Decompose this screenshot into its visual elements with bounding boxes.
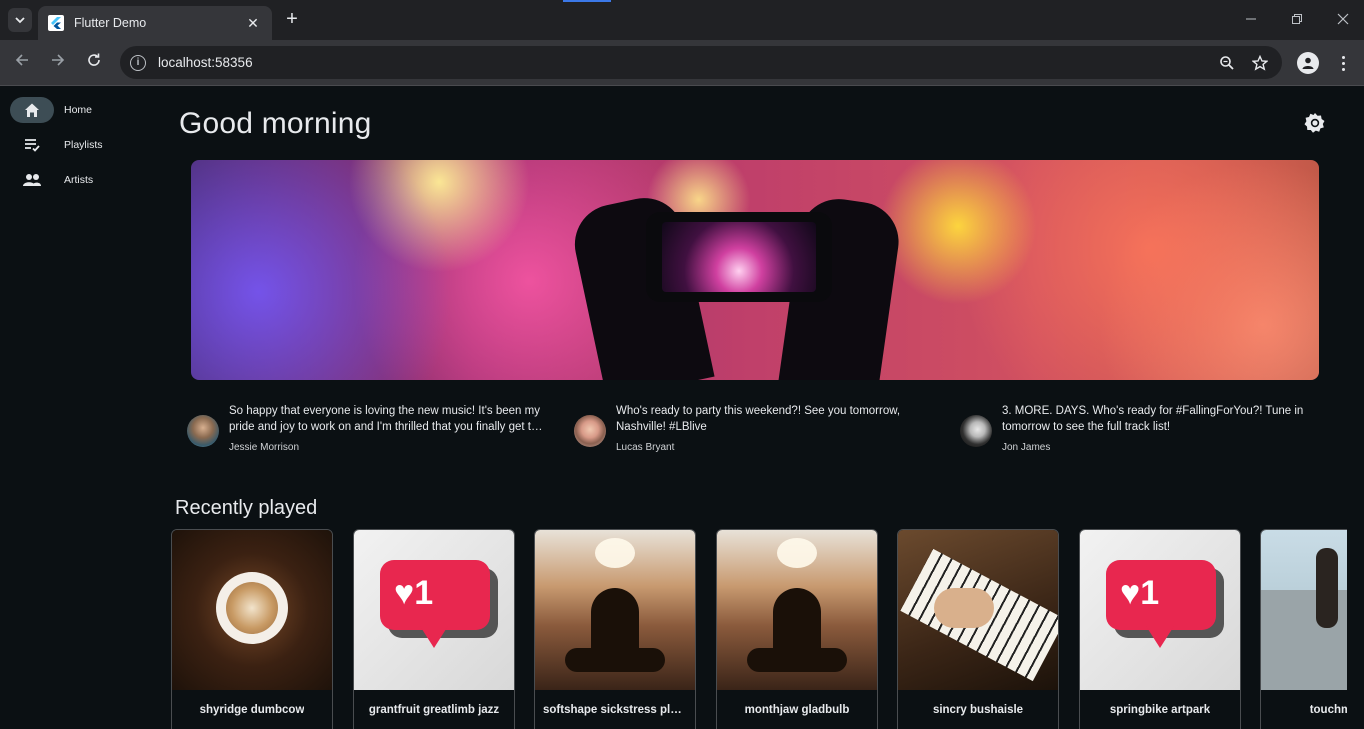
list-item[interactable]: Who's ready to party this weekend?! See …	[574, 403, 934, 463]
hero-phone	[646, 212, 832, 302]
brightness-icon[interactable]	[1303, 111, 1327, 135]
list-item[interactable]: 3. MORE. DAYS. Who's ready for #FallingF…	[960, 403, 1320, 463]
reload-button[interactable]	[83, 52, 105, 74]
post-text: Who's ready to party this weekend?! See …	[616, 405, 901, 433]
bookmark-star-icon[interactable]	[1249, 52, 1271, 74]
hero-phone-screen	[662, 222, 816, 292]
post-author: Jessie Morrison	[229, 442, 300, 453]
nav-label-home: Home	[64, 104, 93, 116]
card-title: sincry bushaisle	[932, 704, 1024, 716]
nav-item-playlists[interactable]: Playlists	[10, 131, 140, 159]
card-title: shyridge dumbcow	[199, 704, 305, 716]
minimize-icon	[1246, 18, 1256, 20]
card-artwork	[717, 530, 877, 690]
home-icon	[10, 97, 54, 123]
nav-label-artists: Artists	[64, 174, 94, 186]
playlist-card[interactable]: monthjaw gladbulb	[716, 529, 878, 729]
close-window-button[interactable]	[1333, 10, 1353, 30]
tab-close-icon[interactable]: ✕	[244, 15, 262, 32]
card-title: touchmoon	[1309, 704, 1347, 716]
tab-title: Flutter Demo	[74, 16, 147, 30]
new-tab-button[interactable]: +	[282, 8, 302, 32]
card-artwork	[1261, 530, 1347, 690]
zoom-icon[interactable]	[1216, 52, 1238, 74]
restore-icon	[1292, 14, 1302, 24]
profile-avatar-icon[interactable]	[1297, 52, 1319, 74]
post-author: Jon James	[1002, 442, 1051, 453]
post-author: Lucas Bryant	[616, 442, 675, 453]
post-text: So happy that everyone is loving the new…	[229, 405, 540, 433]
flutter-icon	[48, 15, 64, 31]
playlist-card[interactable]: sincry bushaisle	[897, 529, 1059, 729]
recently-played-list: shyridge dumbcow ♥1 grantfruit greatlimb…	[171, 529, 1347, 729]
tab-search-button[interactable]	[8, 8, 32, 32]
url-text[interactable]: localhost:58356	[158, 55, 1216, 70]
playlist-card[interactable]: touchmoon	[1260, 529, 1347, 729]
page-title: Good morning	[179, 107, 372, 140]
playlist-card[interactable]: ♥1 springbike artpark	[1079, 529, 1241, 729]
avatar	[574, 415, 606, 447]
card-title: grantfruit greatlimb jazz	[368, 704, 500, 716]
list-item[interactable]: So happy that everyone is loving the new…	[187, 403, 547, 463]
chevron-down-icon	[15, 17, 25, 24]
navigation-rail: Home Playlists Artists	[0, 87, 150, 729]
playlist-card[interactable]: softshape sickstress plays	[534, 529, 696, 729]
artist-updates: So happy that everyone is loving the new…	[187, 403, 1327, 463]
tab-indicator	[563, 0, 611, 2]
browser-tab-bar: Flutter Demo ✕ +	[0, 0, 1364, 40]
playlist-card[interactable]: shyridge dumbcow	[171, 529, 333, 729]
arrow-left-icon	[15, 54, 28, 66]
section-title-recently-played: Recently played	[175, 497, 318, 519]
browser-tab[interactable]: Flutter Demo ✕	[38, 6, 272, 40]
back-button[interactable]	[11, 52, 33, 74]
people-icon	[10, 167, 54, 193]
card-artwork: ♥1	[1080, 530, 1240, 690]
reload-icon	[88, 53, 100, 66]
avatar	[960, 415, 992, 447]
restore-button[interactable]	[1287, 10, 1307, 30]
browser-toolbar: i localhost:58356	[0, 40, 1364, 86]
address-bar[interactable]: i localhost:58356	[120, 46, 1282, 79]
browser-menu-icon[interactable]	[1334, 52, 1352, 74]
arrow-right-icon	[52, 54, 65, 66]
nav-item-artists[interactable]: Artists	[10, 166, 140, 194]
card-artwork	[535, 530, 695, 690]
nav-item-home[interactable]: Home	[10, 96, 140, 124]
card-title: monthjaw gladbulb	[744, 704, 850, 716]
app-root: Home Playlists Artists Good morning So h…	[0, 87, 1364, 729]
card-artwork	[172, 530, 332, 690]
playlist-card[interactable]: ♥1 grantfruit greatlimb jazz	[353, 529, 515, 729]
avatar	[187, 415, 219, 447]
card-title: springbike artpark	[1109, 704, 1211, 716]
nav-label-playlists: Playlists	[64, 139, 103, 151]
card-artwork	[898, 530, 1058, 690]
card-artwork: ♥1	[354, 530, 514, 690]
card-title: softshape sickstress plays	[543, 704, 687, 716]
minimize-button[interactable]	[1241, 10, 1261, 30]
playlist-icon	[10, 132, 54, 158]
post-text: 3. MORE. DAYS. Who's ready for #FallingF…	[1002, 405, 1304, 433]
site-info-icon[interactable]: i	[130, 54, 146, 71]
close-icon	[1337, 13, 1349, 25]
hero-image	[191, 160, 1319, 380]
forward-button[interactable]	[47, 52, 69, 74]
